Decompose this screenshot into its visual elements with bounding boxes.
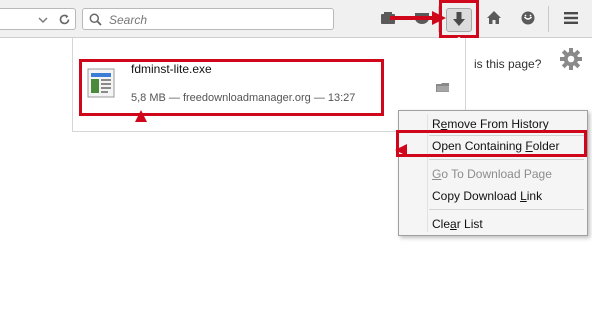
annotation-arrow-up-icon xyxy=(135,110,147,125)
url-bar[interactable] xyxy=(0,8,76,30)
annotation-arrow-right-icon xyxy=(390,11,446,28)
home-button[interactable] xyxy=(482,8,506,30)
menu-separator xyxy=(429,159,584,160)
search-bar[interactable] xyxy=(82,8,334,30)
home-icon xyxy=(486,10,502,28)
menu-icon xyxy=(563,11,579,28)
annotation-highlight-download-item xyxy=(79,59,384,116)
folder-icon[interactable] xyxy=(436,82,450,96)
reload-icon[interactable] xyxy=(58,13,71,29)
menu-item-remove-from-history[interactable]: Remove From History xyxy=(432,117,549,131)
search-input[interactable] xyxy=(107,11,331,29)
dropmarker-icon[interactable] xyxy=(38,14,48,28)
menu-item-clear-list[interactable]: Clear List xyxy=(432,217,483,231)
chat-icon xyxy=(520,10,536,29)
page-question-text: is this page? xyxy=(474,57,542,71)
menu-button[interactable] xyxy=(559,8,583,30)
search-icon xyxy=(89,13,102,29)
chat-button[interactable] xyxy=(516,8,540,30)
gear-icon[interactable] xyxy=(559,47,583,74)
annotation-highlight-open-containing-folder xyxy=(396,130,587,157)
menu-item-go-to-download-page[interactable]: Go To Download Page xyxy=(432,167,552,181)
navigation-toolbar xyxy=(0,0,592,38)
download-context-menu: Remove From History Open Containing Fold… xyxy=(398,110,588,236)
menu-item-copy-download-link[interactable]: Copy Download Link xyxy=(432,189,542,203)
toolbar-separator xyxy=(548,6,549,32)
menu-separator xyxy=(429,209,584,210)
annotation-arrow-left-icon xyxy=(395,144,407,159)
